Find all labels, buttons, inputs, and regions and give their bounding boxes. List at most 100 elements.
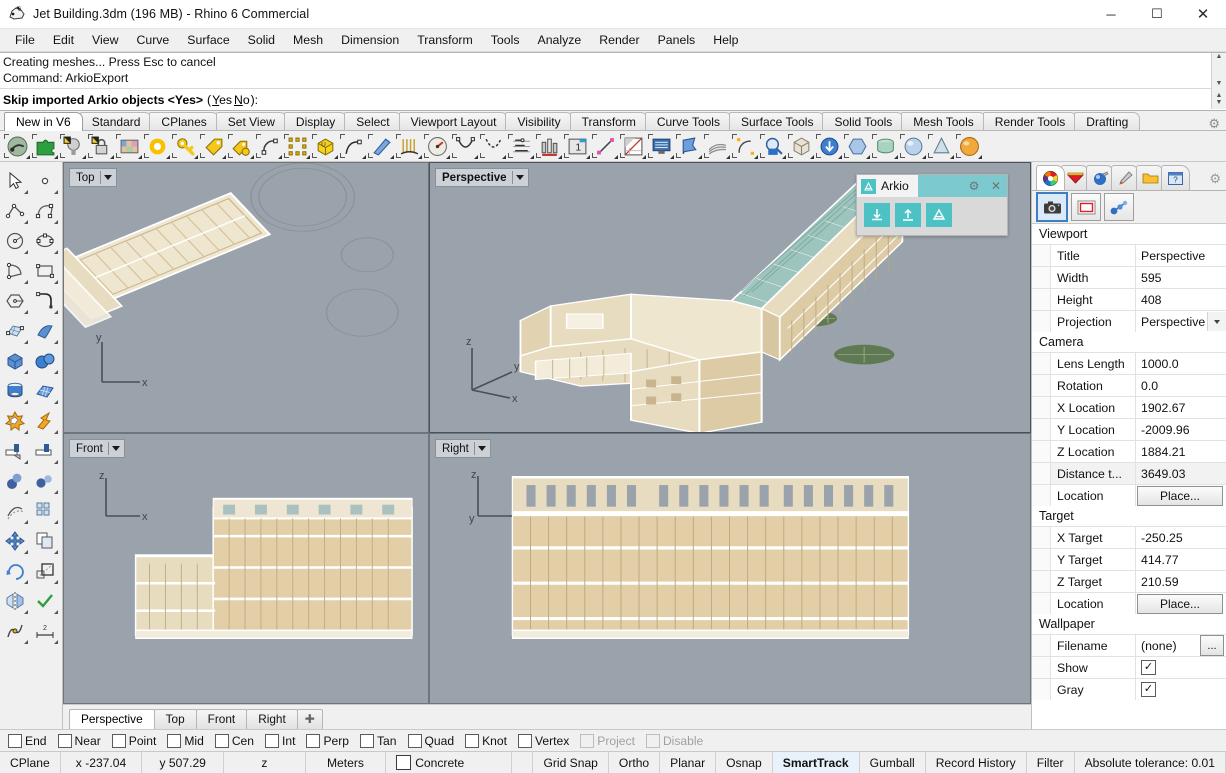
chevron-down-icon[interactable] bbox=[477, 446, 486, 451]
viewport-tab-top[interactable]: Top bbox=[153, 709, 197, 729]
status-toggle-planar[interactable]: Planar bbox=[660, 752, 717, 773]
osnap-point[interactable]: Point bbox=[111, 733, 156, 748]
command-option-no[interactable]: No bbox=[234, 93, 250, 107]
lock-layer-icon[interactable] bbox=[87, 132, 115, 160]
viewport-label-top[interactable]: Top bbox=[69, 168, 117, 187]
close-button[interactable]: ✕ bbox=[1180, 0, 1226, 28]
menu-item-solid[interactable]: Solid bbox=[239, 31, 284, 49]
osnap-checkbox[interactable] bbox=[8, 733, 22, 748]
property-checkbox[interactable]: ✓ bbox=[1141, 660, 1156, 675]
osnap-checkbox[interactable] bbox=[360, 733, 375, 748]
close-icon[interactable]: ✕ bbox=[985, 175, 1007, 197]
toolbar-tab-curve-tools[interactable]: Curve Tools bbox=[644, 112, 732, 131]
status-tolerance[interactable]: Absolute tolerance: 0.01 bbox=[1075, 752, 1226, 773]
toolbar-tab-visibility[interactable]: Visibility bbox=[505, 112, 573, 131]
osnap-checkbox[interactable] bbox=[111, 733, 126, 748]
property-value[interactable]: ✓ bbox=[1136, 679, 1226, 700]
chevron-down-icon[interactable] bbox=[111, 446, 120, 451]
ring-highlight-icon[interactable] bbox=[143, 132, 171, 160]
menu-item-file[interactable]: File bbox=[6, 31, 44, 49]
point-object-icon[interactable] bbox=[30, 166, 60, 196]
rotate-icon[interactable] bbox=[0, 556, 30, 586]
toolbar-tab-display[interactable]: Display bbox=[283, 112, 348, 131]
status-units[interactable]: Meters bbox=[306, 752, 387, 773]
menu-item-analyze[interactable]: Analyze bbox=[529, 31, 591, 49]
arc-control-points-icon[interactable] bbox=[255, 132, 283, 160]
osnap-int[interactable]: Int bbox=[265, 733, 295, 748]
menu-item-curve[interactable]: Curve bbox=[127, 31, 178, 49]
explode-icon[interactable] bbox=[30, 406, 60, 436]
array-icon[interactable] bbox=[30, 496, 60, 526]
status-z-coordinate[interactable]: z bbox=[224, 752, 306, 773]
prompt-scroll-down-icon[interactable]: ▼ bbox=[1216, 99, 1223, 106]
arc-triangle-icon[interactable] bbox=[0, 256, 30, 286]
keys-tags-icon[interactable] bbox=[227, 132, 255, 160]
osnap-checkbox[interactable] bbox=[407, 733, 422, 748]
osnap-mid[interactable]: Mid bbox=[167, 733, 204, 748]
mesh-plane-icon[interactable] bbox=[30, 376, 60, 406]
comb-analysis-icon[interactable] bbox=[395, 132, 423, 160]
fillet-corner-icon[interactable] bbox=[30, 286, 60, 316]
arc-point-icon[interactable] bbox=[731, 132, 759, 160]
viewport-properties-button[interactable] bbox=[1036, 192, 1068, 222]
tab-help[interactable]: ? bbox=[1161, 165, 1190, 190]
chamfer-edge-icon[interactable] bbox=[30, 466, 60, 496]
status-toggle-grid-snap[interactable]: Grid Snap bbox=[533, 752, 609, 773]
mirror-icon[interactable] bbox=[0, 586, 30, 616]
gauge-icon[interactable] bbox=[423, 132, 451, 160]
page-layout-icon[interactable] bbox=[619, 132, 647, 160]
status-toggle-osnap[interactable]: Osnap bbox=[716, 752, 773, 773]
osnap-checkbox[interactable] bbox=[265, 733, 280, 748]
status-toggle-ortho[interactable]: Ortho bbox=[609, 752, 661, 773]
chevron-down-icon[interactable] bbox=[515, 175, 524, 180]
monitor-display-icon[interactable] bbox=[647, 132, 675, 160]
toolbar-tab-select[interactable]: Select bbox=[344, 112, 402, 131]
menu-item-edit[interactable]: Edit bbox=[44, 31, 83, 49]
toolbar-tab-viewport-layout[interactable]: Viewport Layout bbox=[398, 112, 509, 131]
toolbar-tab-transform[interactable]: Transform bbox=[569, 112, 648, 131]
point-grid-icon[interactable] bbox=[283, 132, 311, 160]
property-value[interactable]: 414.77 bbox=[1136, 549, 1226, 570]
property-value[interactable]: -250.25 bbox=[1136, 527, 1226, 548]
property-value[interactable]: 595 bbox=[1136, 267, 1226, 288]
menu-item-view[interactable]: View bbox=[83, 31, 127, 49]
status-toggle-filter[interactable]: Filter bbox=[1027, 752, 1075, 773]
property-value[interactable]: Place... bbox=[1136, 485, 1226, 506]
arkio-tab[interactable]: Arkio bbox=[857, 175, 918, 197]
polyline-icon[interactable] bbox=[0, 196, 30, 226]
menu-item-dimension[interactable]: Dimension bbox=[332, 31, 408, 49]
menu-item-transform[interactable]: Transform bbox=[408, 31, 482, 49]
menu-item-render[interactable]: Render bbox=[590, 31, 648, 49]
osnap-cen[interactable]: Cen bbox=[214, 733, 254, 748]
blue-plane-icon[interactable] bbox=[367, 132, 395, 160]
viewport-right[interactable]: Right z y bbox=[429, 433, 1031, 704]
hexagon-blue-icon[interactable] bbox=[843, 132, 871, 160]
render-preview-icon[interactable] bbox=[3, 132, 31, 160]
curvature-rays-icon[interactable] bbox=[703, 132, 731, 160]
status-toggle-gumball[interactable]: Gumball bbox=[860, 752, 926, 773]
property-value[interactable]: Place... bbox=[1136, 593, 1226, 614]
boolean-union-icon[interactable] bbox=[0, 406, 30, 436]
viewport-top[interactable]: Top y x bbox=[63, 162, 429, 433]
osnap-near[interactable]: Near bbox=[57, 733, 101, 748]
frame-properties-button[interactable] bbox=[1071, 193, 1101, 221]
add-viewport-tab-button[interactable]: ✚ bbox=[296, 709, 323, 729]
property-value[interactable]: -2009.96 bbox=[1136, 419, 1226, 440]
property-value[interactable]: (none)... bbox=[1136, 635, 1226, 656]
osnap-checkbox[interactable] bbox=[214, 733, 229, 748]
prompt-scroll-up-icon[interactable]: ▲ bbox=[1216, 92, 1223, 99]
maximize-button[interactable]: ☐ bbox=[1134, 0, 1180, 28]
osnap-checkbox[interactable] bbox=[57, 733, 72, 748]
status-cplane[interactable]: CPlane bbox=[0, 752, 61, 773]
viewport-label-front[interactable]: Front bbox=[69, 439, 125, 458]
osnap-checkbox[interactable] bbox=[306, 733, 321, 748]
viewport-label-right[interactable]: Right bbox=[435, 439, 491, 458]
circle-down-icon[interactable] bbox=[815, 132, 843, 160]
dimension-icon[interactable]: 2 bbox=[30, 616, 60, 646]
command-prompt[interactable]: Skip imported Arkio objects <Yes> ( Yes … bbox=[0, 89, 1226, 110]
cylinder-solid-icon[interactable] bbox=[0, 376, 30, 406]
menu-item-mesh[interactable]: Mesh bbox=[284, 31, 332, 49]
osnap-quad[interactable]: Quad bbox=[407, 733, 454, 748]
status-current-layer[interactable]: Concrete bbox=[386, 752, 513, 773]
line-segment-icon[interactable] bbox=[591, 132, 619, 160]
